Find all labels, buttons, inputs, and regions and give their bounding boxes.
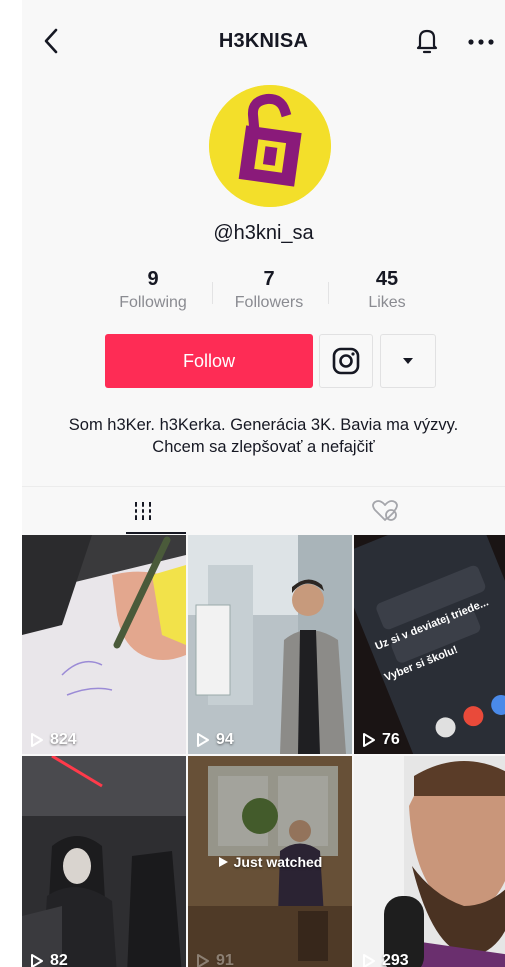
video-thumbnail[interactable]: 824 — [22, 535, 186, 754]
view-count: 824 — [30, 731, 77, 749]
just-watched-badge: Just watched — [188, 854, 352, 870]
instagram-button[interactable] — [319, 334, 373, 388]
username-handle: @h3kni_sa — [213, 222, 314, 244]
stat-divider — [328, 282, 329, 304]
videos-grid-icon — [132, 502, 153, 520]
play-outline-icon — [363, 954, 375, 967]
stat-divider — [212, 282, 213, 304]
play-outline-icon — [197, 733, 209, 747]
view-count: 91 — [196, 952, 234, 967]
video-thumbnail[interactable]: Uz si v deviatej triede... Vyber si škol… — [354, 535, 505, 754]
play-filled-icon — [218, 857, 228, 867]
unlocked-padlock-logo — [209, 85, 331, 207]
stat-likes[interactable]: 45 Likes — [332, 268, 442, 312]
profile-screen: H3KNISA @h3kni_sa 9 Following 7 Follower… — [22, 0, 505, 967]
stat-followers[interactable]: 7 Followers — [214, 268, 324, 312]
play-outline-icon — [31, 954, 43, 967]
video-thumbnail[interactable]: Just watched 91 — [188, 756, 352, 967]
following-count: 9 — [147, 268, 159, 290]
content-tabs — [22, 486, 505, 535]
active-tab-indicator — [126, 532, 186, 534]
video-grid: 824 94 Uz si v deviatej triede... Vyber … — [22, 535, 505, 967]
tab-liked[interactable] — [264, 487, 505, 535]
tab-videos[interactable] — [22, 487, 263, 535]
more-horizontal-icon — [468, 39, 494, 45]
profile-stats: 9 Following 7 Followers 45 Likes — [22, 268, 505, 318]
bell-icon — [416, 29, 438, 54]
view-count: 82 — [30, 952, 68, 967]
play-outline-icon — [197, 954, 209, 967]
avatar[interactable] — [209, 85, 331, 207]
instagram-icon — [332, 347, 360, 375]
followers-label: Followers — [234, 294, 304, 311]
more-options-button[interactable] — [466, 28, 496, 56]
liked-heart-icon — [371, 500, 398, 521]
caret-down-icon — [403, 358, 413, 364]
view-count: 94 — [196, 731, 234, 749]
suggested-accounts-dropdown[interactable] — [380, 334, 436, 388]
play-outline-icon — [31, 733, 43, 747]
follow-button[interactable]: Follow — [105, 334, 313, 388]
view-count: 76 — [362, 731, 400, 749]
likes-label: Likes — [368, 294, 406, 311]
profile-bio: Som h3Ker. h3Kerka. Generácia 3K. Bavia … — [68, 416, 459, 456]
video-thumbnail[interactable]: 293 — [354, 756, 505, 967]
following-label: Following — [119, 294, 187, 311]
likes-count: 45 — [375, 268, 399, 290]
notifications-button[interactable] — [412, 25, 442, 57]
followers-count: 7 — [263, 268, 275, 290]
play-outline-icon — [363, 733, 375, 747]
video-thumbnail[interactable]: 82 — [22, 756, 186, 967]
view-count: 293 — [362, 952, 409, 967]
top-bar: H3KNISA — [22, 0, 505, 84]
stat-following[interactable]: 9 Following — [98, 268, 208, 312]
video-thumbnail[interactable]: 94 — [188, 535, 352, 754]
